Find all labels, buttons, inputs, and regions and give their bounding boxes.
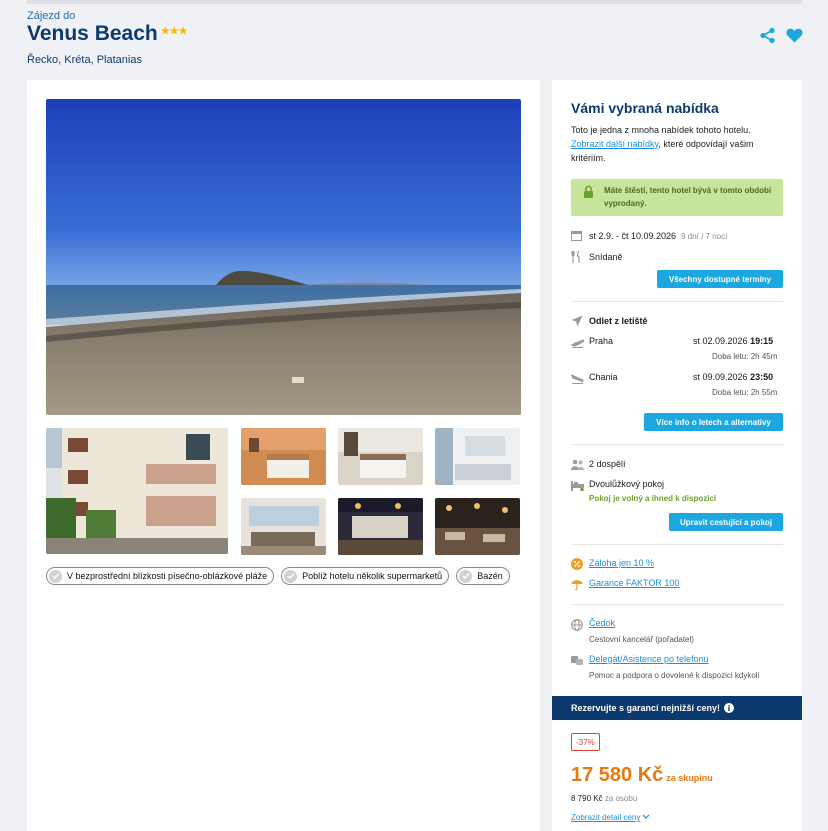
inbound-duration: Doba letu: 2h 55m [712,388,778,397]
people-icon [571,459,584,470]
delegate-link[interactable]: Delegát/Asistence po telefonu [589,654,709,664]
guarantee-link[interactable]: Garance FAKTOR 100 [589,578,679,588]
discount-badge: -37% [571,733,600,751]
offer-title: Vámi vybraná nabídka [571,100,719,116]
percent-icon [571,558,583,570]
bed-icon [571,481,584,491]
photo-thumbnail-restaurant[interactable] [435,498,520,555]
board-type: Snídaně [589,252,623,262]
other-offers-link[interactable]: Zobrazit další nabídky [571,139,658,149]
soldout-notice: Máte štěstí, tento hotel bývá v tomto ob… [571,179,783,216]
hotel-tags: V bezprostřední blízkosti písečno-oblázk… [46,567,510,585]
inbound-datetime: st 09.09.2026 23:50 [693,372,774,382]
deposit-link[interactable]: Záloha jen 10 % [589,558,654,568]
hotel-title: Venus Beach ★★★ [27,22,188,46]
check-icon [284,569,298,583]
offer-panel: Vámi vybraná nabídka Toto je jedna z mno… [552,80,802,831]
total-price: 17 580 Kč za skupinu [571,764,713,786]
page-pretitle: Zájezd do [27,10,76,22]
tag-pool: Bazén [456,567,510,585]
edit-travellers-button[interactable]: Upravit cestující a pokoj [669,513,783,531]
plane-landing-icon [571,374,584,384]
share-icon[interactable] [759,27,776,44]
photo-thumbnail-room-3[interactable] [435,428,520,485]
divider [571,301,783,302]
outbound-duration: Doba letu: 2h 45m [712,352,778,361]
info-icon[interactable] [724,703,735,713]
gallery-panel: V bezprostřední blízkosti písečno-oblázk… [27,80,540,831]
flights-info-button[interactable]: Více info o letech a alternativy [644,413,783,431]
room-status: Pokoj je volný a ihned k dispozici [589,494,717,503]
agency-link[interactable]: Čedok [589,618,615,628]
photo-thumbnail-bar[interactable] [338,498,423,555]
lock-icon [584,185,593,198]
calendar-icon [571,231,582,241]
tag-supermarkets: Poblíž hotelu několik supermarketů [281,567,450,585]
tag-label: V bezprostřední blízkosti písečno-oblázk… [67,571,268,581]
outbound-city: Praha [589,336,614,346]
chevron-down-icon [642,814,650,819]
divider [571,544,783,545]
hotel-location: Řecko, Kréta, Platanias [27,54,142,66]
cutlery-icon [571,251,580,263]
heart-icon[interactable] [786,28,803,43]
photo-thumbnail-lobby[interactable] [241,498,326,555]
travellers: 2 dospělí [589,459,626,469]
offer-intro: Toto je jedna z mnoha nabídek tohoto hot… [571,125,754,163]
price-details-link[interactable]: Zobrazit detail ceny [571,813,650,822]
price-per-person: 8 790 Kč za osobu [571,794,638,803]
headset-icon [571,656,583,665]
photo-thumbnail-room-2[interactable] [338,428,423,485]
plane-takeoff-icon [571,339,584,348]
outbound-datetime: st 02.09.2026 19:15 [693,336,774,346]
agency-description: Cestovní kancelář (pořadatel) [589,635,694,644]
price-guarantee-banner: Rezervujte s garancí nejnižší ceny! [552,696,802,720]
hotel-name: Venus Beach [27,22,158,45]
all-dates-button[interactable]: Všechny dostupné termíny [657,270,783,288]
inbound-city: Chania [589,372,618,382]
departure-label: Odlet z letiště [589,316,648,326]
top-strip [27,0,802,4]
delegate-description: Pomoc a podpora o dovolené k dispozici k… [589,671,760,680]
trip-dates: st 2.9. - čt 10.09.2026 9 dní / 7 nocí [589,231,728,241]
hotel-stars: ★★★ [160,26,188,37]
room-type: Dvoulůžkový pokoj [589,479,665,489]
tag-beach: V bezprostřední blízkosti písečno-oblázk… [46,567,275,585]
check-icon [459,569,473,583]
plane-icon [571,315,583,327]
umbrella-icon [571,580,583,590]
main-photo[interactable] [46,99,521,415]
check-icon [49,569,62,583]
tag-label: Bazén [477,571,503,581]
photo-thumbnail-room-1[interactable] [241,428,326,485]
tag-label: Poblíž hotelu několik supermarketů [302,571,443,581]
globe-icon [571,619,583,631]
divider [571,444,783,445]
photo-thumbnail-hotel[interactable] [46,428,228,554]
divider [571,604,783,605]
